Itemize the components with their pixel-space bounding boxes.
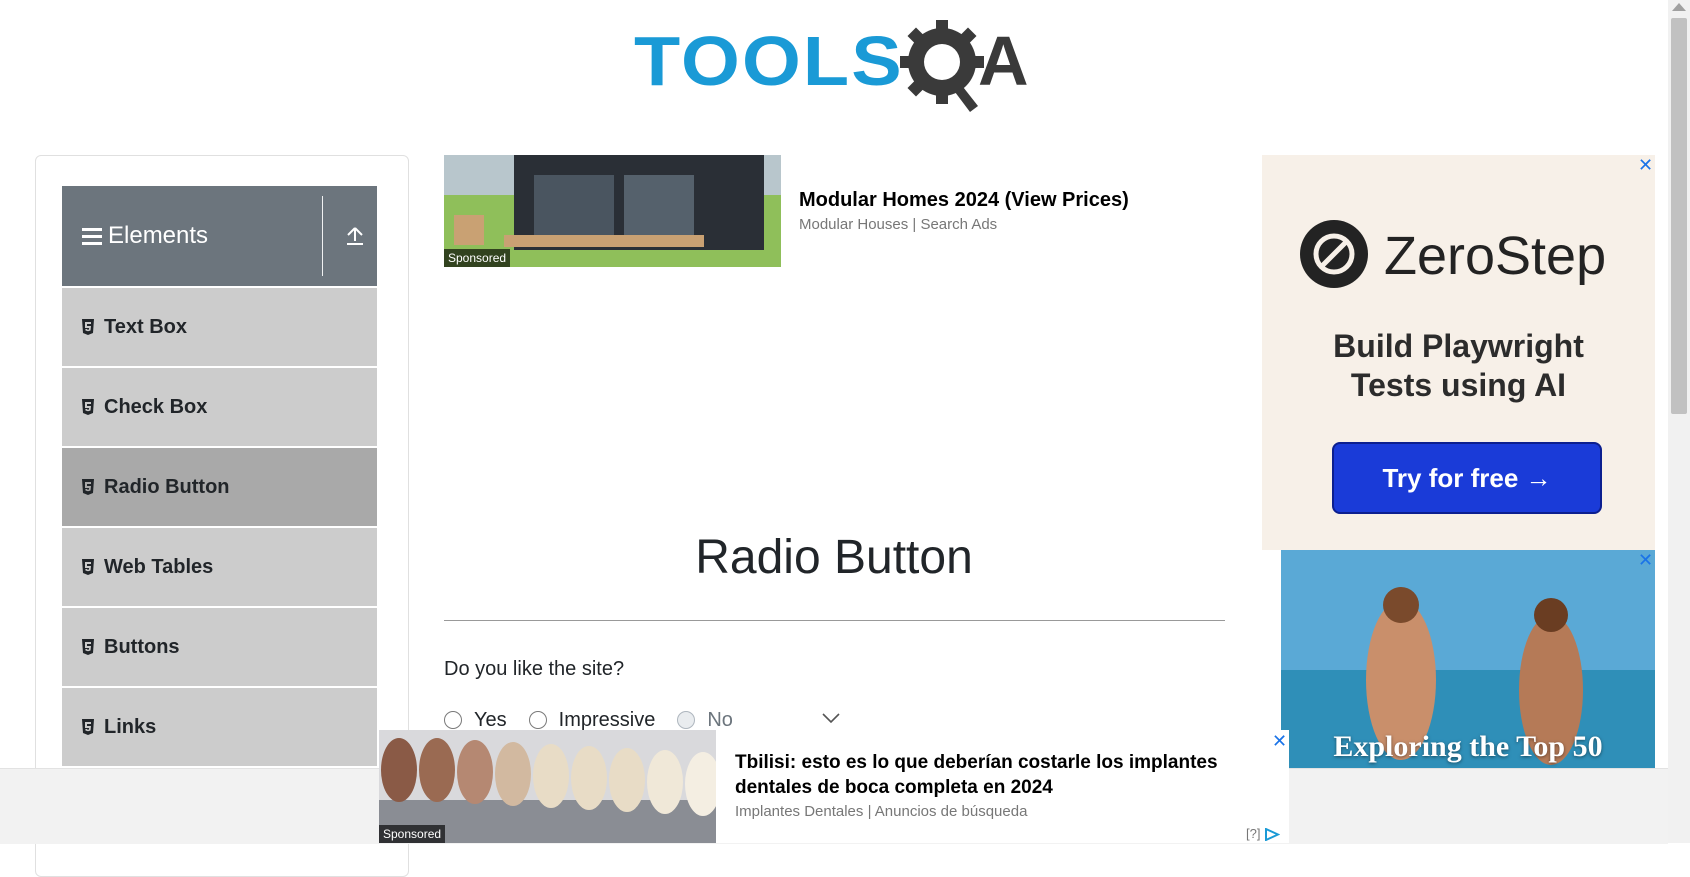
sidebar-item-check-box[interactable]: Check Box: [62, 366, 377, 446]
tagline-line-2: Tests using AI: [1350, 367, 1567, 403]
toolsqa-logo[interactable]: TOOLS A: [634, 20, 1038, 115]
close-icon[interactable]: ✕: [1638, 551, 1653, 569]
logo-text-tools: TOOLS: [634, 22, 904, 100]
sponsored-label: Sponsored: [444, 249, 511, 267]
html5-icon: [82, 639, 94, 655]
radio-group: Yes Impressive No: [444, 708, 755, 732]
tagline-line-1: Build Playwright: [1333, 328, 1584, 364]
ad-bottom-title[interactable]: Tbilisi: esto es lo que deberían costarl…: [735, 750, 1255, 800]
group-title: Elements: [108, 222, 209, 249]
zerostep-logo-icon: [1300, 220, 1368, 288]
zerostep-tagline: Build Playwright Tests using AI: [1262, 327, 1655, 405]
sidebar-item-web-tables[interactable]: Web Tables: [62, 526, 377, 606]
elements-group-header[interactable]: Elements: [62, 186, 377, 286]
ad-right-travel[interactable]: Exploring the Top 50: [1281, 550, 1655, 770]
close-icon[interactable]: ✕: [1638, 156, 1653, 174]
header-divider: [322, 196, 323, 276]
hamburger-icon: [82, 227, 102, 245]
radio-no-label[interactable]: No: [707, 709, 733, 732]
sidebar-item-label: Radio Button: [104, 475, 230, 498]
sidebar-item-label: Links: [104, 715, 157, 738]
title-divider: [444, 620, 1225, 621]
question-label: Do you like the site?: [444, 658, 625, 680]
radio-yes[interactable]: [444, 711, 462, 729]
ad-bottom-source[interactable]: Implantes Dentales | Anuncios de búsqued…: [735, 803, 1027, 820]
radio-no[interactable]: [677, 711, 696, 729]
sidebar-item-label: Check Box: [104, 395, 208, 418]
ad-top-image[interactable]: Sponsored: [444, 155, 781, 267]
ad-caption: Exploring the Top 50: [1333, 730, 1603, 763]
sidebar-item-radio-button[interactable]: Radio Button: [62, 446, 377, 526]
html5-icon: [82, 559, 94, 575]
sidebar-item-label: Web Tables: [104, 555, 214, 578]
chevron-down-icon[interactable]: [822, 712, 840, 724]
html5-icon: [82, 719, 94, 735]
sidebar-item-label: Text Box: [104, 315, 187, 338]
radio-impressive[interactable]: [528, 711, 547, 729]
html5-icon: [82, 319, 94, 335]
logo-text-a: A: [978, 22, 1029, 100]
dental-image: Sponsored: [379, 730, 716, 843]
ad-right-zerostep[interactable]: ZeroStep Build Playwright Tests using AI…: [1262, 155, 1655, 550]
sidebar-item-text-box[interactable]: Text Box: [62, 286, 377, 366]
zerostep-brand: ZeroStep: [1384, 226, 1607, 286]
radio-yes-label[interactable]: Yes: [474, 709, 507, 732]
radio-impressive-label[interactable]: Impressive: [559, 709, 656, 732]
upload-arrow-icon[interactable]: [345, 226, 365, 246]
html5-icon: [82, 399, 94, 415]
ad-top-source[interactable]: Modular Houses | Search Ads: [799, 216, 997, 233]
close-icon[interactable]: ✕: [1272, 732, 1287, 750]
scroll-up-arrow-icon[interactable]: [1672, 3, 1686, 11]
sidebar-item-label: Buttons: [104, 635, 180, 658]
try-for-free-button[interactable]: Try for free →: [1332, 442, 1602, 514]
adchoices-icon[interactable]: [?]: [1246, 826, 1281, 842]
sponsored-label: Sponsored: [379, 825, 446, 843]
sidebar-item-links[interactable]: Links: [62, 686, 377, 766]
sidebar-item-buttons[interactable]: Buttons: [62, 606, 377, 686]
ad-top-title[interactable]: Modular Homes 2024 (View Prices): [799, 189, 1129, 212]
adinfo-label: [?]: [1246, 826, 1261, 841]
html5-icon: [82, 479, 94, 495]
ad-bottom-dental[interactable]: Sponsored Tbilisi: esto es lo que deberí…: [379, 730, 1289, 843]
scrollbar-thumb[interactable]: [1671, 18, 1687, 414]
page-title: Radio Button: [695, 531, 973, 584]
